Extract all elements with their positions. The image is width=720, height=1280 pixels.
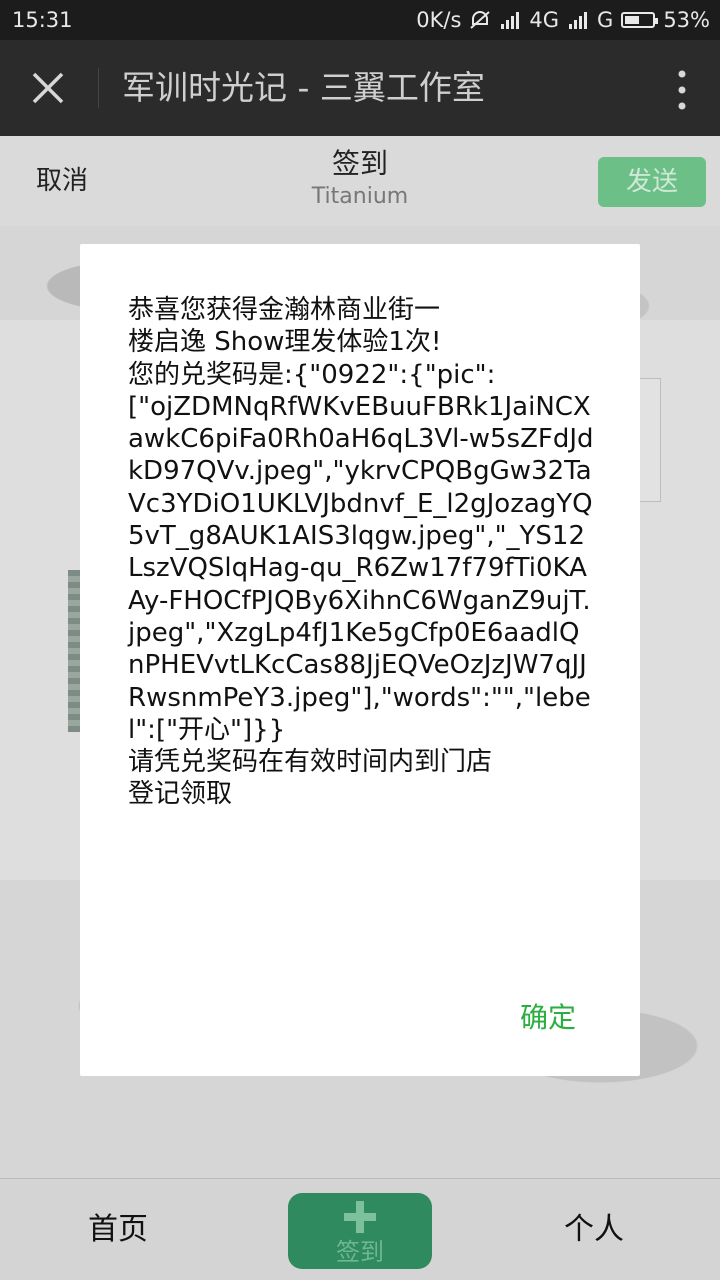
prize-dialog: 恭喜您获得金瀚林商业街一 楼启逸 Show理发体验1次! 您的兑奖码是:{"09… — [80, 244, 640, 1076]
close-icon[interactable] — [28, 68, 68, 108]
signal-icon-1 — [501, 12, 520, 29]
battery-percent: 53% — [663, 8, 710, 32]
page-title: 军训时光记 - 三翼工作室 — [122, 68, 485, 107]
status-bar: 15:31 0K/s 4G G 53% — [0, 0, 720, 40]
signal-icon-2 — [569, 12, 588, 29]
dialog-message: 恭喜您获得金瀚林商业街一 楼启逸 Show理发体验1次! 您的兑奖码是:{"09… — [128, 295, 594, 810]
battery-fill — [625, 16, 640, 24]
confirm-button[interactable]: 确定 — [520, 996, 576, 1036]
signal-label-2: G — [597, 8, 614, 32]
status-right: 0K/s 4G G 53% — [416, 0, 710, 40]
battery-icon — [621, 12, 659, 28]
screen: 15:31 0K/s 4G G 53% 军训时光记 - 三翼工作室 取消 签到 … — [0, 0, 720, 1280]
status-time: 15:31 — [12, 8, 73, 32]
more-vertical-icon[interactable] — [678, 70, 686, 110]
mute-alarm-icon — [470, 11, 491, 29]
title-divider — [98, 68, 99, 108]
title-bar: 军训时光记 - 三翼工作室 — [0, 40, 720, 136]
network-speed: 0K/s — [416, 8, 462, 32]
signal-label-1: 4G — [529, 8, 560, 32]
